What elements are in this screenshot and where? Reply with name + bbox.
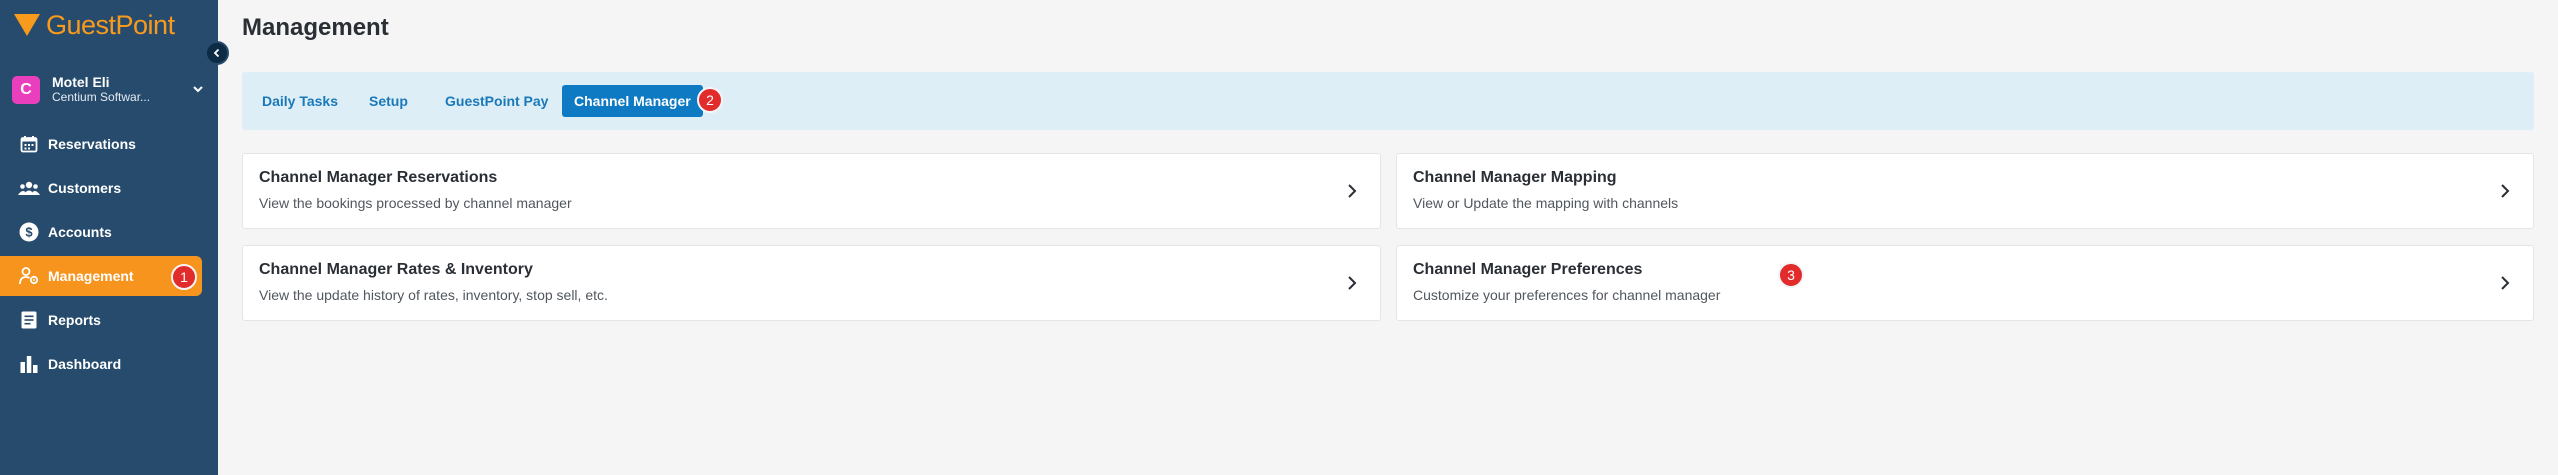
user-gear-icon [18, 265, 40, 287]
sidebar-item-dashboard[interactable]: Dashboard [0, 344, 202, 384]
sidebar: GuestPoint C Motel Eli Centium Softwar..… [0, 0, 218, 475]
svg-text:$: $ [25, 225, 33, 240]
calendar-icon [18, 133, 40, 155]
chevron-right-icon [1348, 184, 1357, 198]
sidebar-item-reports[interactable]: Reports [0, 300, 202, 340]
report-icon [18, 309, 40, 331]
tab-channel-manager[interactable]: Channel Manager [562, 85, 703, 117]
card-description: Customize your preferences for channel m… [1413, 287, 1721, 303]
chevron-down-icon [193, 86, 203, 93]
card-title: Channel Manager Reservations [259, 169, 498, 186]
logo-triangle-icon [14, 14, 40, 36]
bar-chart-icon [18, 353, 40, 375]
card-channel-manager-mapping[interactable]: Channel Manager Mapping View or Update t… [1396, 153, 2534, 229]
property-avatar: C [12, 76, 40, 104]
tab-daily-tasks[interactable]: Daily Tasks [250, 85, 350, 117]
sidebar-item-label: Reports [48, 312, 101, 328]
step-badge-1: 1 [171, 264, 197, 290]
card-title: Channel Manager Rates & Inventory [259, 261, 533, 278]
dollar-circle-icon: $ [18, 221, 40, 243]
card-description: View the bookings processed by channel m… [259, 195, 572, 211]
card-title: Channel Manager Preferences [1413, 261, 1643, 278]
chevron-right-icon [2501, 276, 2510, 290]
sidebar-item-label: Reservations [48, 136, 136, 152]
card-channel-manager-reservations[interactable]: Channel Manager Reservations View the bo… [242, 153, 1381, 229]
chevron-right-icon [2501, 184, 2510, 198]
sidebar-item-label: Management [48, 268, 134, 284]
users-icon [18, 177, 40, 199]
page-title: Management [242, 14, 389, 41]
card-description: View the update history of rates, invent… [259, 287, 608, 303]
sidebar-item-accounts[interactable]: $ Accounts [0, 212, 202, 252]
management-tabs: Daily Tasks Setup GuestPoint Pay Channel… [242, 72, 2534, 130]
card-description: View or Update the mapping with channels [1413, 195, 1679, 211]
step-badge-3: 3 [1778, 262, 1804, 288]
card-title: Channel Manager Mapping [1413, 169, 1617, 186]
guestpoint-logo[interactable]: GuestPoint [14, 10, 175, 40]
chevron-right-icon [1348, 276, 1357, 290]
sidebar-item-label: Customers [48, 180, 122, 196]
property-selector[interactable]: C Motel Eli Centium Softwar... [12, 74, 208, 106]
sidebar-item-label: Accounts [48, 224, 112, 240]
step-badge-2: 2 [697, 87, 723, 113]
card-channel-manager-rates-inventory[interactable]: Channel Manager Rates & Inventory View t… [242, 245, 1381, 321]
sidebar-item-label: Dashboard [48, 356, 122, 372]
property-name: Motel Eli [52, 74, 110, 90]
property-company: Centium Softwar... [52, 90, 151, 104]
sidebar-item-reservations[interactable]: Reservations [0, 124, 202, 164]
sidebar-nav: Reservations Customers $ Accounts Manage… [0, 124, 218, 388]
sidebar-item-customers[interactable]: Customers [0, 168, 202, 208]
brand-name: GuestPoint [46, 9, 175, 40]
collapse-sidebar-button[interactable] [205, 41, 229, 65]
tab-setup[interactable]: Setup [357, 85, 420, 117]
chevron-left-icon [213, 48, 220, 58]
card-channel-manager-preferences[interactable]: Channel Manager Preferences Customize yo… [1396, 245, 2534, 321]
tab-guestpoint-pay[interactable]: GuestPoint Pay [433, 85, 560, 117]
